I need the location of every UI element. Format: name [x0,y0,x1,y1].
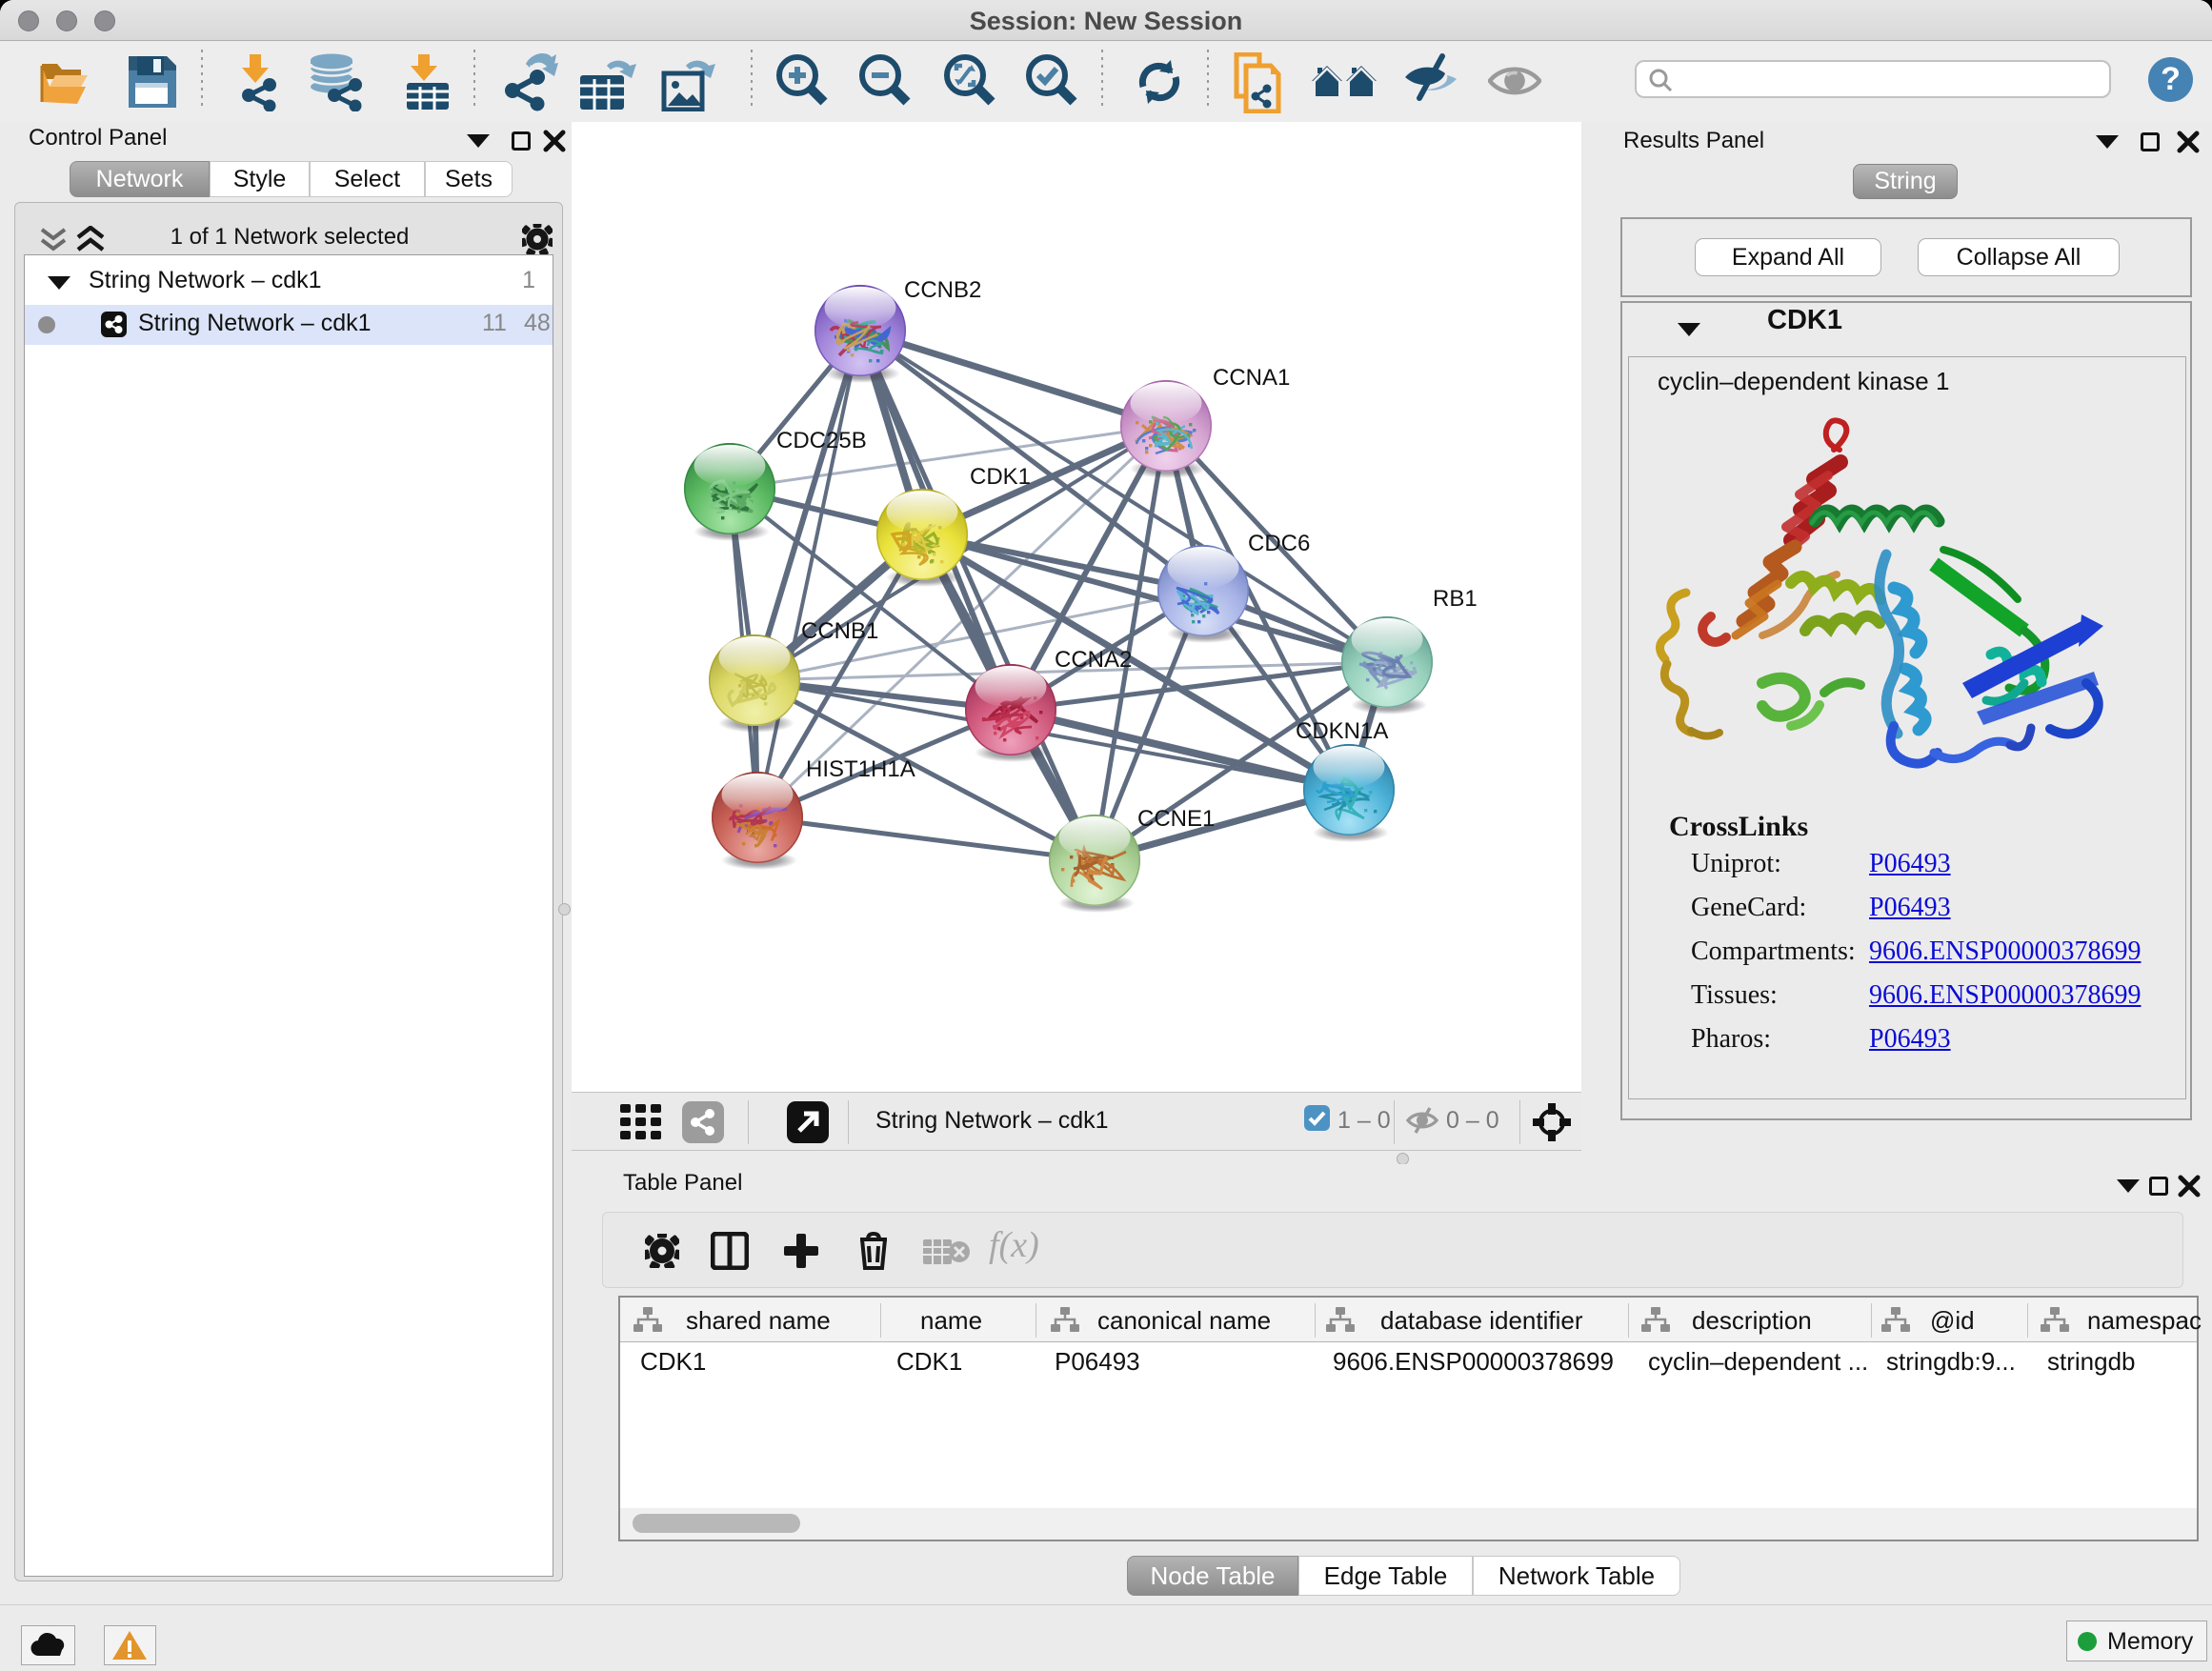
svg-text:CDC25B: CDC25B [776,428,867,453]
svg-text:CDKN1A: CDKN1A [1296,718,1388,744]
svg-text:RB1: RB1 [1433,586,1478,612]
svg-text:CCNA2: CCNA2 [1055,647,1132,673]
svg-text:CCNA1: CCNA1 [1213,365,1290,391]
svg-text:CCNB2: CCNB2 [904,277,981,303]
svg-text:CDK1: CDK1 [970,464,1031,490]
svg-text:CCNB1: CCNB1 [801,618,878,644]
svg-text:CDC6: CDC6 [1248,531,1310,556]
svg-text:CCNE1: CCNE1 [1137,806,1215,832]
svg-text:HIST1H1A: HIST1H1A [806,756,915,782]
